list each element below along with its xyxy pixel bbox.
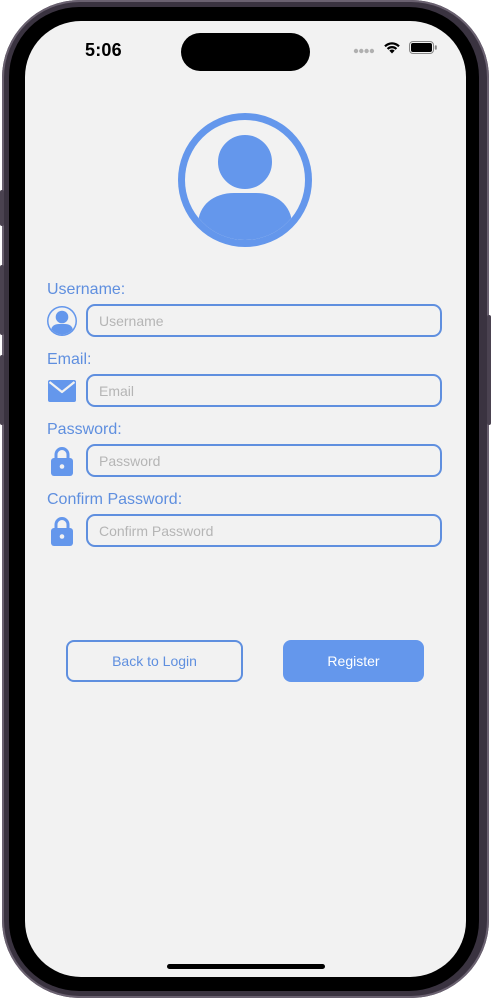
password-label: Password:: [47, 421, 122, 438]
confirm-password-label: Confirm Password:: [47, 491, 183, 508]
username-label: Username:: [47, 281, 126, 298]
home-indicator[interactable]: [167, 964, 325, 969]
power-button: [487, 315, 491, 425]
battery-icon: [409, 41, 438, 59]
action-button: [0, 190, 4, 226]
email-input[interactable]: [86, 374, 442, 407]
password-input[interactable]: [86, 444, 442, 477]
confirm-password-input[interactable]: [86, 514, 442, 547]
dynamic-island: [181, 33, 310, 71]
envelope-icon: [45, 374, 79, 408]
signal-dots-icon: [353, 41, 375, 59]
status-icons: [353, 41, 438, 59]
back-to-login-button[interactable]: Back to Login: [66, 640, 243, 682]
email-label: Email:: [47, 351, 92, 368]
user-circle-icon: [45, 304, 79, 338]
status-time: 5:06: [85, 40, 122, 60]
lock-icon: [45, 514, 79, 548]
lock-icon: [45, 444, 79, 478]
volume-up-button: [0, 265, 4, 335]
profile-avatar-icon: [178, 113, 312, 247]
volume-down-button: [0, 355, 4, 425]
register-button[interactable]: Register: [283, 640, 424, 682]
screen: 5:06 Username: Username Email: Email Pas…: [25, 21, 466, 977]
username-input[interactable]: [86, 304, 442, 337]
wifi-icon: [383, 41, 401, 59]
